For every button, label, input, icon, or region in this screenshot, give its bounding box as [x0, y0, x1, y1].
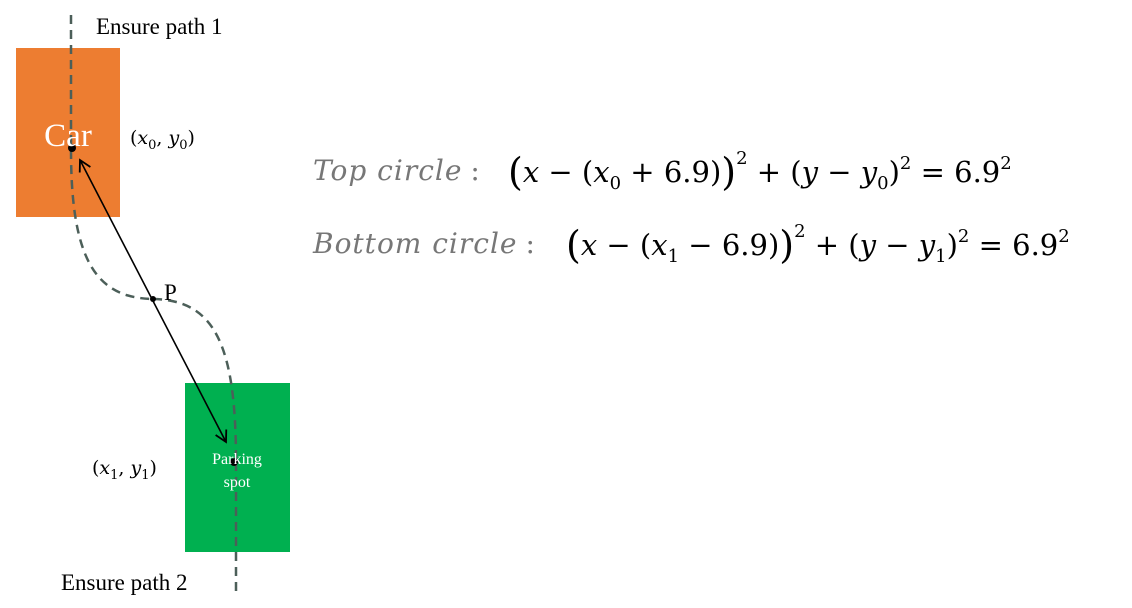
car-coordinate: (x0, y0)	[130, 127, 195, 153]
car-label: Car	[44, 118, 92, 154]
point-p-label: P	[164, 280, 177, 305]
bottom-circle-equation: Bottom circle: (x − (x1 − 6.9))2 + (y − …	[312, 221, 1070, 267]
ensure-path-1-label: Ensure path 1	[96, 14, 222, 39]
ensure-path-2-label: Ensure path 2	[61, 570, 187, 595]
top-circle-equation: Top circle: (x − (x0 + 6.9))2 + (y − y0)…	[313, 148, 1012, 194]
point-p	[150, 296, 156, 302]
top-circle-formula: (x − (x0 + 6.9))2 + (y − y0)2 = 6.92	[508, 148, 1012, 194]
parking-diagram: Ensure path 1 Ensure path 2 Car Parking …	[16, 14, 1070, 595]
bottom-circle-label: Bottom circle:	[312, 227, 536, 260]
spot-coordinate: (x1, y1)	[92, 457, 157, 483]
parking-label-line1: Parking	[212, 451, 262, 468]
top-circle-label: Top circle:	[313, 154, 481, 187]
bottom-circle-formula: (x − (x1 − 6.9))2 + (y − y1)2 = 6.92	[566, 221, 1070, 267]
parking-label-line2: spot	[224, 474, 251, 491]
